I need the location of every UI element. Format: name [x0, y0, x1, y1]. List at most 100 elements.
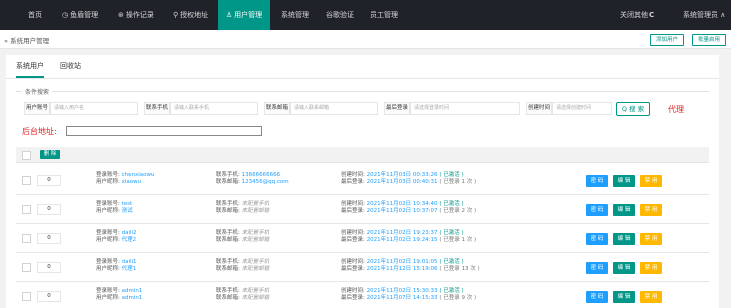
password-button[interactable]: 密 码 — [586, 175, 608, 187]
created-value: 2021年11月02日 15:30:33 — [366, 288, 438, 294]
created-label: 创建时间: — [341, 230, 367, 236]
sort-input[interactable]: 0 — [37, 262, 61, 273]
email-field-label: 联系邮箱 — [264, 102, 290, 115]
breadcrumb-title: 系统用户管理 — [10, 37, 50, 45]
time-cell: 创建时间: 2021年11月02日 19:01:05 ( 已激活 ) 最后登录: … — [341, 259, 480, 272]
account-search-input[interactable]: 请输入用户名 — [50, 102, 138, 115]
account-label: 登录账号: — [96, 259, 122, 265]
password-button[interactable]: 密 码 — [586, 262, 608, 274]
nav-label: 谷歌验证 — [326, 11, 354, 19]
phone-label: 联系手机: — [216, 201, 242, 207]
row-checkbox[interactable] — [22, 263, 31, 272]
account-value: daili1 — [121, 259, 137, 265]
delete-button[interactable]: 删 除 — [40, 150, 60, 159]
nav-label: 操作记录 — [125, 11, 154, 19]
login-count: 已登录 2 次 — [443, 208, 473, 214]
contact-cell: 联系手机: 未配置手机 联系邮箱: 未配置邮箱 — [216, 201, 269, 215]
table-header: 删 除 — [16, 147, 709, 163]
account-label: 登录账号: — [96, 172, 122, 178]
login-count: 已登录 9 次 — [443, 295, 473, 301]
nickname-label: 用户昵称: — [96, 179, 122, 185]
edit-button[interactable]: 编 辑 — [613, 175, 635, 187]
password-button[interactable]: 密 码 — [586, 204, 608, 216]
account-cell: 登录账号: chenxiaowu 用户昵称: xiaowu — [96, 172, 155, 186]
email-label: 联系邮箱: — [216, 208, 242, 214]
created-label: 创建时间: — [341, 201, 367, 207]
nav-item-home[interactable]: 首页 — [28, 0, 52, 30]
admin-menu[interactable]: 系统管理员 ∧ — [683, 0, 731, 30]
created-label: 创建时间: — [341, 172, 367, 178]
created-picker[interactable]: 请选择创建时间 — [552, 102, 612, 115]
account-cell: 登录账号: daili2 用户昵称: 代理2 — [96, 230, 137, 244]
nav-item-google-verify[interactable]: 谷歌验证 — [326, 0, 360, 30]
nav-item-operation-log[interactable]: ⊛ 操作记录 — [118, 0, 170, 30]
last-login-picker[interactable]: 请选择登录时间 — [410, 102, 520, 115]
breadcrumb-bar: » 系统用户管理 添加用户 批量启用 — [0, 30, 731, 49]
search-button[interactable]: Q 搜 索 — [616, 102, 650, 116]
disable-button[interactable]: 禁 用 — [640, 233, 662, 245]
password-button[interactable]: 密 码 — [586, 233, 608, 245]
top-navbar: 首页 ◷ 鱼盾管理 ⊛ 操作记录 ⚲ 授权地址 ♙ 用户管理 系统管理 谷歌验证 员工管… — [0, 0, 731, 30]
sort-input[interactable]: 0 — [37, 233, 61, 244]
nav-item-staff-management[interactable]: 员工管理 — [370, 0, 404, 30]
nav-label: 系统管理 — [281, 11, 309, 19]
nav-item-system-management[interactable]: 系统管理 — [281, 0, 315, 30]
last-login-label: 最后登录: — [341, 237, 367, 243]
disable-button[interactable]: 禁 用 — [640, 175, 662, 187]
sort-input[interactable]: 0 — [37, 204, 61, 215]
phone-value: 未配置手机 — [241, 259, 270, 265]
refresh-icon[interactable]: C — [649, 0, 661, 30]
password-button[interactable]: 密 码 — [586, 291, 608, 303]
row-checkbox[interactable] — [22, 234, 31, 243]
edit-button[interactable]: 编 辑 — [613, 262, 635, 274]
nav-label: 用户管理 — [234, 11, 263, 19]
nickname-label: 用户昵称: — [96, 295, 122, 301]
row-checkbox[interactable] — [22, 205, 31, 214]
select-all-checkbox[interactable] — [22, 151, 31, 160]
account-value: test — [121, 201, 133, 207]
edit-button[interactable]: 编 辑 — [613, 204, 635, 216]
edit-button[interactable]: 编 辑 — [613, 291, 635, 303]
backend-address-input[interactable] — [66, 126, 262, 136]
account-cell: 登录账号: daili1 用户昵称: 代理1 — [96, 259, 137, 273]
bulk-enable-button[interactable]: 批量启用 — [692, 34, 726, 46]
close-others-button[interactable]: 关闭其他 — [620, 0, 650, 30]
contact-cell: 联系手机: 未配置手机 联系邮箱: 未配置邮箱 — [216, 259, 269, 273]
disable-button[interactable]: 禁 用 — [640, 204, 662, 216]
email-search-input[interactable]: 请输入联系邮箱 — [290, 102, 378, 115]
tab-recycle-bin[interactable]: 回收站 — [60, 61, 81, 71]
edit-button[interactable]: 编 辑 — [613, 233, 635, 245]
admin-label: 系统管理员 ∧ — [683, 11, 726, 19]
phone-field-label: 联系手机 — [144, 102, 170, 115]
nickname-value: admin1 — [121, 295, 143, 301]
disable-button[interactable]: 禁 用 — [640, 291, 662, 303]
login-count: 已登录 1 次 — [443, 179, 473, 185]
created-status: 已激活 — [443, 172, 460, 178]
row-checkbox[interactable] — [22, 176, 31, 185]
nav-item-user-management[interactable]: ♙ 用户管理 — [218, 0, 270, 30]
record-icon: ⊛ — [118, 11, 124, 19]
tab-system-users[interactable]: 系统用户 — [16, 61, 44, 78]
table-row: 0 登录账号: admin1 用户昵称: admin1 联系手机: 未配置手机 联系… — [16, 282, 709, 308]
last-login-label: 最后登录: — [341, 295, 367, 301]
disable-button[interactable]: 禁 用 — [640, 262, 662, 274]
account-label: 登录账号: — [96, 288, 122, 294]
account-label: 登录账号: — [96, 230, 122, 236]
table-row: 0 登录账号: test 用户昵称: 测试 联系手机: 未配置手机 联系邮箱: 未配… — [16, 195, 709, 224]
phone-label: 联系手机: — [216, 259, 242, 265]
row-checkbox[interactable] — [22, 292, 31, 301]
account-value: daili2 — [121, 230, 137, 236]
phone-label: 联系手机: — [216, 230, 242, 236]
add-user-button[interactable]: 添加用户 — [650, 34, 684, 46]
nav-item-auth-address[interactable]: ⚲ 授权地址 — [173, 0, 219, 30]
email-label: 联系邮箱: — [216, 179, 242, 185]
time-cell: 创建时间: 2021年11月02日 10:34:40 ( 已激活 ) 最后登录: … — [341, 201, 477, 214]
time-cell: 创建时间: 2021年11月02日 19:23:37 ( 已激活 ) 最后登录: … — [341, 230, 477, 243]
login-count: 已登录 13 次 — [443, 266, 476, 272]
nav-item-fish-shield[interactable]: ◷ 鱼盾管理 — [62, 0, 114, 30]
created-status: 已激活 — [443, 259, 460, 265]
backend-address-label: 后台地址: — [22, 127, 57, 136]
sort-input[interactable]: 0 — [37, 175, 61, 186]
phone-search-input[interactable]: 请输入联系手机 — [170, 102, 258, 115]
sort-input[interactable]: 0 — [37, 291, 61, 302]
